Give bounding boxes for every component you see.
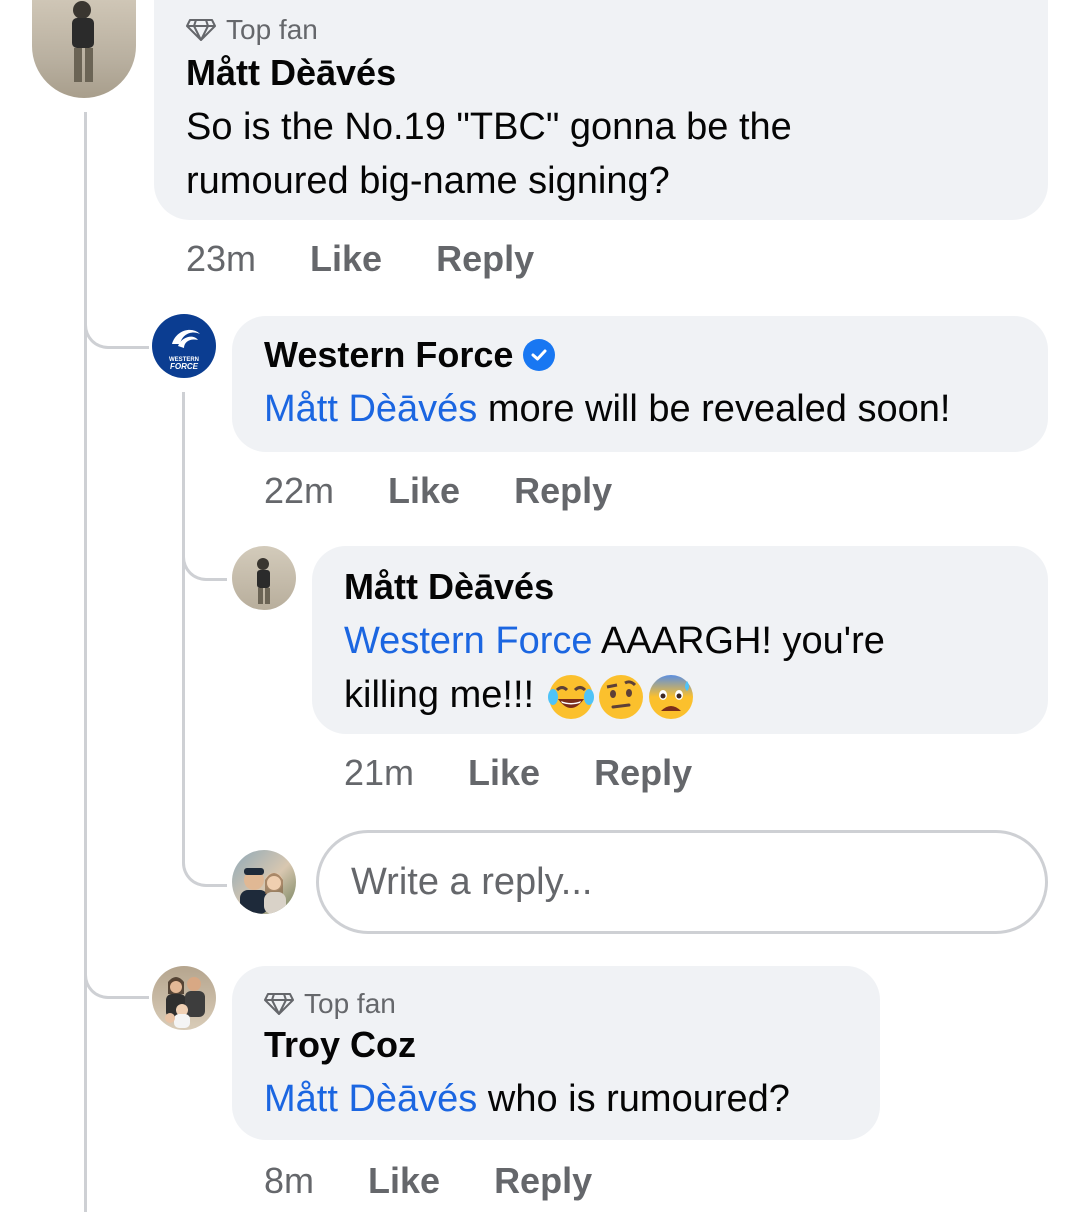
person-silhouette-icon <box>257 558 270 604</box>
comment-actions: 23m Like Reply <box>186 238 588 280</box>
comment-text-body: more will be revealed soon! <box>477 388 951 430</box>
comment-text-line-2: killing me!!! <box>344 674 545 716</box>
reply-button[interactable]: Reply <box>436 238 534 280</box>
person-silhouette-icon <box>72 1 94 82</box>
comment-author-name[interactable]: Troy Coz <box>264 1024 416 1066</box>
comment-text-line-1: AAARGH! you're <box>592 620 885 662</box>
top-fan-label: Top fan <box>226 14 318 45</box>
thread-connector-western-force <box>84 300 149 349</box>
thread-line-main <box>84 112 87 1212</box>
like-button[interactable]: Like <box>468 752 540 794</box>
thread-line-nested <box>182 392 185 852</box>
comment-timestamp[interactable]: 8m <box>264 1160 314 1202</box>
comment-author-row: Western Force <box>264 334 556 376</box>
avatar-matt[interactable] <box>32 0 136 98</box>
avatar-current-user[interactable] <box>232 850 296 914</box>
comment-actions: 8m Like Reply <box>264 1160 646 1202</box>
like-button[interactable]: Like <box>368 1160 440 1202</box>
reply-input-box[interactable] <box>316 830 1048 934</box>
top-fan-label: Top fan <box>304 988 396 1019</box>
comment-text: So is the No.19 "TBC" gonna be the rumou… <box>186 100 1026 208</box>
comment-author-name[interactable]: Mått Dèāvés <box>344 566 554 608</box>
avatar-western-force[interactable]: WESTERN FORCE <box>152 314 216 378</box>
comment-text: Mått Dèāvés more will be revealed soon! <box>264 382 1044 436</box>
logo-text-force: FORCE <box>170 362 199 371</box>
top-fan-badge: Top fan <box>264 988 396 1020</box>
reply-button[interactable]: Reply <box>494 1160 592 1202</box>
avatar-troy[interactable] <box>152 966 216 1030</box>
verified-badge-icon <box>523 339 556 371</box>
anxious-sweat-emoji <box>647 673 695 721</box>
comment-text: Western Force AAARGH! you're killing me!… <box>344 614 1044 722</box>
comment-actions: 22m Like Reply <box>264 470 666 512</box>
comment-text-body: who is rumoured? <box>477 1078 790 1120</box>
avatar-matt-small[interactable] <box>232 546 296 610</box>
thread-connector-troy <box>84 950 149 999</box>
like-button[interactable]: Like <box>310 238 382 280</box>
comment-timestamp[interactable]: 22m <box>264 470 334 512</box>
comment-timestamp[interactable]: 21m <box>344 752 414 794</box>
diamond-icon <box>264 993 294 1015</box>
comment-text-line-2: rumoured big-name signing? <box>186 160 670 202</box>
comment-text: Mått Dèāvés who is rumoured? <box>264 1072 864 1126</box>
reply-input[interactable] <box>349 859 1045 905</box>
couple-photo-icon <box>240 868 286 914</box>
comment-text-line-1: So is the No.19 "TBC" gonna be the <box>186 106 792 148</box>
comment-actions: 21m Like Reply <box>344 752 746 794</box>
reply-button[interactable]: Reply <box>514 470 612 512</box>
mention-link[interactable]: Mått Dèāvés <box>264 388 477 430</box>
comment-author-name[interactable]: Western Force <box>264 334 513 376</box>
reply-button[interactable]: Reply <box>594 752 692 794</box>
like-button[interactable]: Like <box>388 470 460 512</box>
thread-connector-matt-reply <box>182 532 227 581</box>
top-fan-badge: Top fan <box>186 14 318 46</box>
family-photo-icon <box>165 977 205 1028</box>
raised-eyebrow-emoji <box>597 673 645 721</box>
diamond-icon <box>186 19 216 41</box>
western-force-logo-icon: WESTERN FORCE <box>169 329 200 371</box>
comment-timestamp[interactable]: 23m <box>186 238 256 280</box>
thread-connector-reply-box <box>182 838 227 887</box>
tears-of-joy-emoji <box>547 673 595 721</box>
mention-link[interactable]: Western Force <box>344 620 592 662</box>
comment-author-name[interactable]: Mått Dèāvés <box>186 52 396 94</box>
mention-link[interactable]: Mått Dèāvés <box>264 1078 477 1120</box>
